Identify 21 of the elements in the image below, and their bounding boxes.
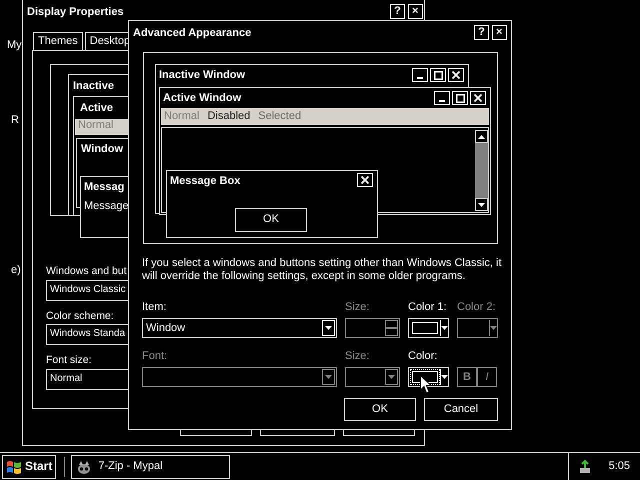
field-label: Color 2: (457, 301, 497, 314)
window-title: Active (80, 102, 114, 116)
field-label: Font size: (46, 354, 92, 367)
window-title: Active Window (163, 92, 242, 106)
field-label: Color scheme: (46, 310, 114, 322)
field-label: Item: (142, 301, 168, 314)
field-label: Color 1: (408, 301, 448, 314)
window-title: Inactive Window (159, 69, 246, 82)
clock: 5:05 (608, 460, 630, 474)
window-title: Inactive (73, 80, 114, 94)
window-title: Messag (84, 181, 124, 194)
field-label: Size: (345, 350, 370, 364)
window-title: Advanced Appearance (133, 27, 252, 40)
pane-title: Window (81, 143, 124, 156)
field-label: Windows and but (46, 265, 127, 278)
message-text: Message (84, 200, 129, 214)
field-label: Color: (408, 350, 438, 364)
field-label: Size: (345, 301, 370, 314)
window-title: Message Box (170, 175, 240, 188)
field-label: Font: (142, 350, 168, 364)
window-title: Display Properties (27, 6, 124, 20)
